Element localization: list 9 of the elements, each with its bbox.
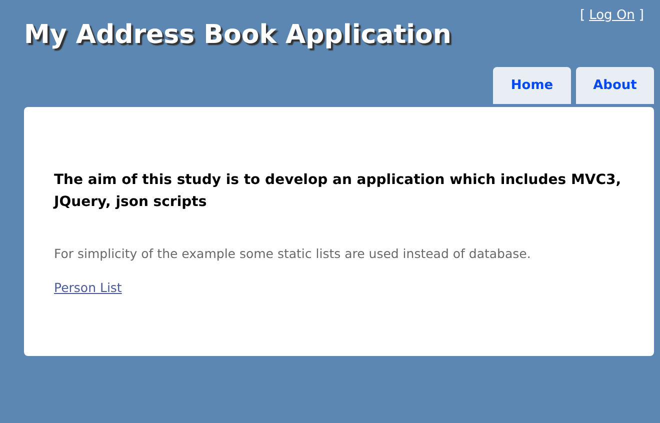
note-text: For simplicity of the example some static lists are used instead of database. — [54, 246, 532, 261]
app-title: My Address Book Application — [24, 19, 452, 51]
person-list-link[interactable]: Person List — [54, 280, 122, 295]
intro-heading: The aim of this study is to develop an application which includes MVC3, JQuery, json scripts — [54, 171, 622, 212]
menu-tab[interactable]: Home — [493, 67, 571, 104]
bracket: [ — [580, 8, 586, 23]
log-on-link[interactable]: Log On — [589, 8, 635, 23]
bracket: ] — [638, 8, 644, 23]
menu-tab[interactable]: About — [576, 67, 654, 104]
